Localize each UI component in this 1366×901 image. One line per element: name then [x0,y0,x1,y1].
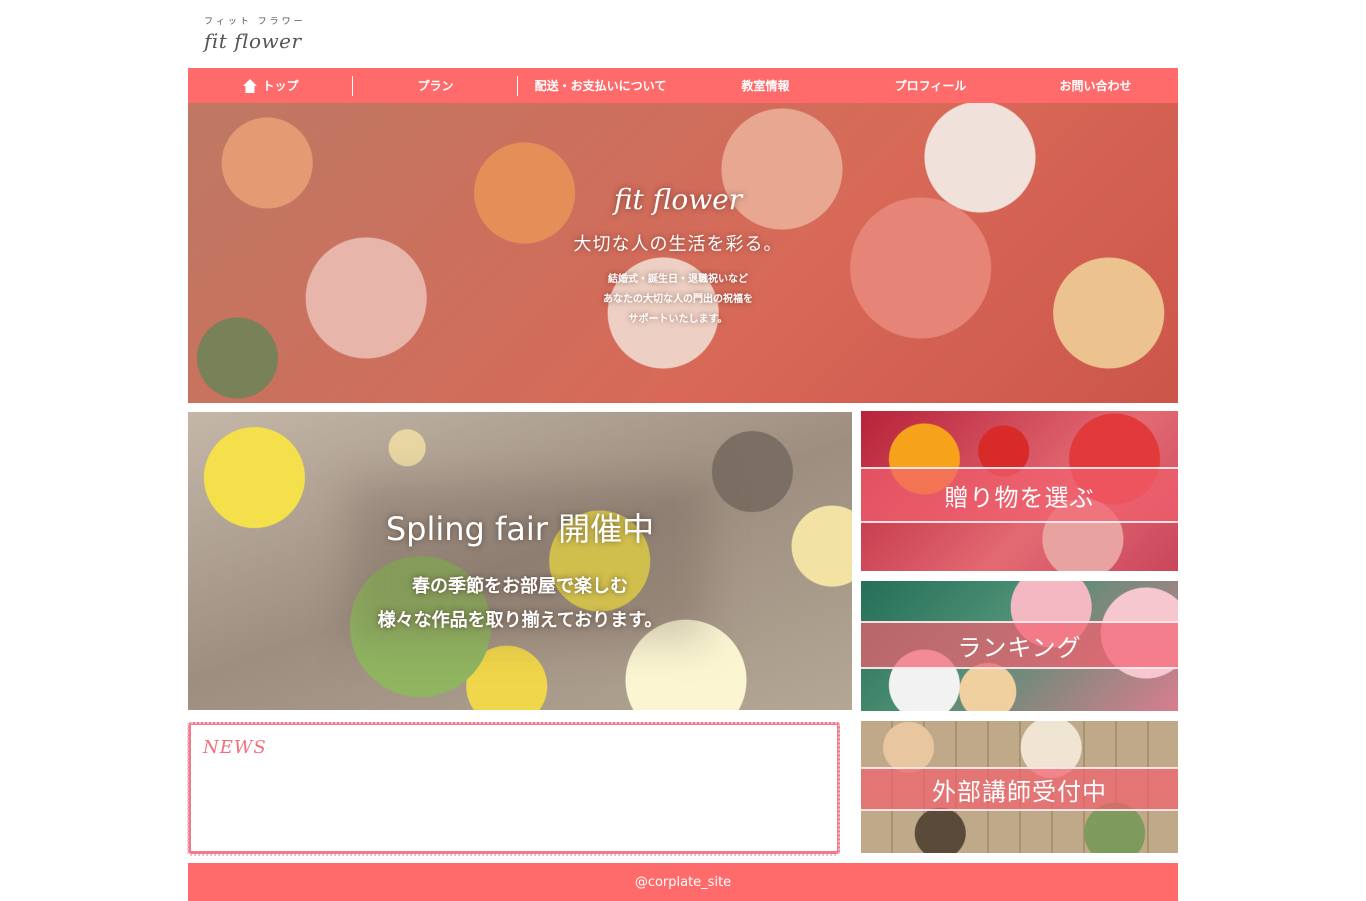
nav-item-top[interactable]: トップ [188,68,353,103]
site-logo[interactable]: フィット フラワー fit flower [204,14,324,58]
hero-subtext: 結婚式・誕生日・退職祝いなど あなたの大切な人の門出の祝福を サポートいたします… [558,270,798,330]
ranking-banner-label: ランキング [861,621,1178,669]
spring-fair-banner[interactable]: Spling fair 開催中 春の季節をお部屋で楽しむ 様々な作品を取り揃えて… [188,412,852,710]
fair-subtext: 春の季節をお部屋で楽しむ 様々な作品を取り揃えております。 [188,570,852,638]
footer-text: @corplate_site [634,874,732,890]
fair-line: 様々な作品を取り揃えております。 [377,610,663,631]
page: フィット フラワー fit flower トップ プラン 配送・お支払いについて… [187,0,1178,901]
nav-label-contact: お問い合わせ [1059,79,1132,93]
nav-item-contact[interactable]: お問い合わせ [1013,68,1178,103]
hero-title: 大切な人の生活を彩る。 [573,234,783,255]
main-nav: トップ プラン 配送・お支払いについて 教室情報 プロフィール お問い合わせ [188,68,1178,103]
nav-item-plan[interactable]: プラン [353,68,518,103]
home-icon [242,78,258,94]
nav-item-shipping[interactable]: 配送・お支払いについて [518,68,683,103]
nav-item-classroom[interactable]: 教室情報 [683,68,848,103]
hero-line: あなたの大切な人の門出の祝福を [603,294,753,305]
hero-line: 結婚式・誕生日・退職祝いなど [608,274,748,285]
news-box: NEWS [187,722,840,856]
nav-item-profile[interactable]: プロフィール [848,68,1013,103]
nav-label-profile: プロフィール [894,79,967,93]
instructor-banner-label: 外部講師受付中 [861,767,1178,811]
hero-banner: fit flower 大切な人の生活を彩る。 結婚式・誕生日・退職祝いなど あな… [188,103,1178,403]
logo-kana: フィット フラワー [204,17,306,27]
nav-label-shipping: 配送・お支払いについて [534,79,667,93]
instructor-banner[interactable]: 外部講師受付中 [861,721,1178,853]
nav-label-plan: プラン [417,79,454,93]
nav-label-top: トップ [262,79,299,93]
hero-script: fit flower [613,183,743,216]
logo-script: fit flower [204,29,302,53]
hero-text: fit flower 大切な人の生活を彩る。 結婚式・誕生日・退職祝いなど あな… [558,183,798,330]
nav-label-classroom: 教室情報 [741,79,790,93]
footer: @corplate_site [188,863,1178,901]
gift-banner-label: 贈り物を選ぶ [861,467,1178,523]
hero-line: サポートいたします。 [628,314,728,325]
ranking-banner[interactable]: ランキング [861,581,1178,711]
gift-banner[interactable]: 贈り物を選ぶ [861,411,1178,571]
fair-line: 春の季節をお部屋で楽しむ [412,576,628,597]
news-title: NEWS [203,737,267,758]
fair-title: Spling fair 開催中 [385,510,655,548]
